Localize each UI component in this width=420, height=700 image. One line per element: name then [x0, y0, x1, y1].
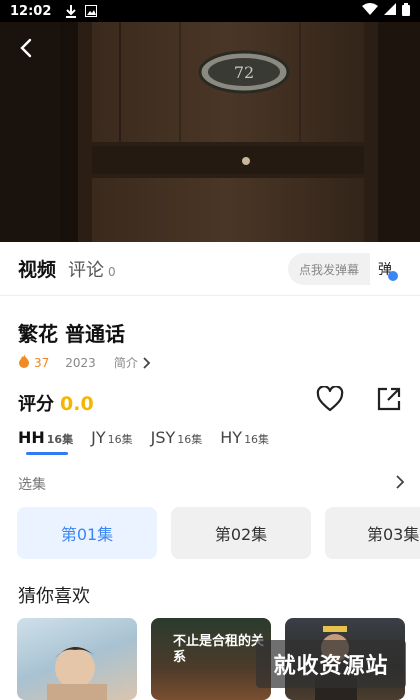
intro-label: 简介	[113, 356, 138, 370]
episodes-title: 选集	[18, 477, 46, 493]
back-arrow-icon	[20, 38, 32, 58]
door-number-plate: 72	[234, 63, 254, 82]
source-tab-hh[interactable]: HH 16集	[18, 428, 73, 455]
battery-icon	[402, 2, 410, 20]
image-notification-icon	[85, 5, 98, 17]
share-button[interactable]	[376, 386, 402, 412]
share-icon	[377, 387, 401, 411]
episode-button[interactable]: 第02集	[171, 507, 311, 559]
comments-count: 0	[108, 264, 116, 279]
watermark: 就收资源站	[256, 640, 406, 688]
tab-comments-label: 评论	[68, 259, 105, 281]
rating-score: 0.0	[60, 393, 94, 415]
status-bar: 12:02	[0, 0, 420, 22]
source-tab-hy[interactable]: HY 16集	[220, 428, 269, 455]
tab-video[interactable]: 视频	[18, 255, 56, 282]
episode-button[interactable]: 第03集	[325, 507, 420, 559]
show-meta: 37 2023 简介	[18, 354, 151, 371]
download-icon	[65, 4, 77, 18]
tab-comments[interactable]: 评论 0	[68, 256, 116, 282]
danmu-on-indicator	[388, 271, 398, 281]
source-episodes: 16集	[46, 433, 74, 446]
tabs-row: 视频 评论 0 点我发弹幕 弹	[0, 242, 420, 296]
source-name: HH	[18, 428, 45, 447]
recommendations-title: 猜你喜欢	[18, 586, 90, 607]
recommendation-card[interactable]	[17, 618, 137, 700]
release-year: 2023	[65, 355, 96, 370]
source-name: HY	[220, 428, 243, 447]
source-tab-jy[interactable]: JY 16集	[91, 428, 133, 455]
danmu-input[interactable]: 点我发弹幕	[288, 253, 370, 285]
video-player[interactable]: 72	[0, 22, 420, 242]
rating: 评分 0.0	[18, 390, 94, 416]
fire-icon	[18, 354, 30, 371]
heart-icon	[316, 385, 344, 412]
wifi-icon	[362, 3, 378, 19]
source-name: JY	[91, 428, 106, 447]
source-episodes: 16集	[244, 433, 270, 446]
recommendation-card[interactable]: 不止是合租的关系	[151, 618, 271, 700]
source-tabs: HH 16集 JY 16集 JSY 16集 HY 16集	[18, 428, 287, 455]
source-episodes: 16集	[177, 433, 203, 446]
chevron-right-icon	[396, 475, 405, 489]
source-episodes: 16集	[107, 433, 133, 446]
signal-icon	[384, 3, 396, 19]
heat-count: 37	[34, 355, 50, 370]
chevron-right-icon	[143, 356, 151, 369]
episodes-more-button[interactable]	[394, 474, 406, 490]
favorite-button[interactable]	[316, 385, 344, 412]
poster-image	[47, 647, 107, 700]
intro-link[interactable]: 简介	[114, 354, 151, 371]
rating-label: 评分	[18, 394, 54, 415]
source-tab-jsy[interactable]: JSY 16集	[151, 428, 203, 455]
clock: 12:02	[10, 3, 52, 19]
video-frame: 72	[0, 22, 420, 242]
danmu-toggle-button[interactable]: 弹	[372, 256, 398, 282]
back-button[interactable]	[12, 34, 40, 62]
source-name: JSY	[150, 428, 176, 447]
episode-list: 第01集 第02集 第03集	[17, 507, 420, 559]
episode-button[interactable]: 第01集	[17, 507, 157, 559]
show-title: 繁花 普通话	[18, 322, 125, 346]
